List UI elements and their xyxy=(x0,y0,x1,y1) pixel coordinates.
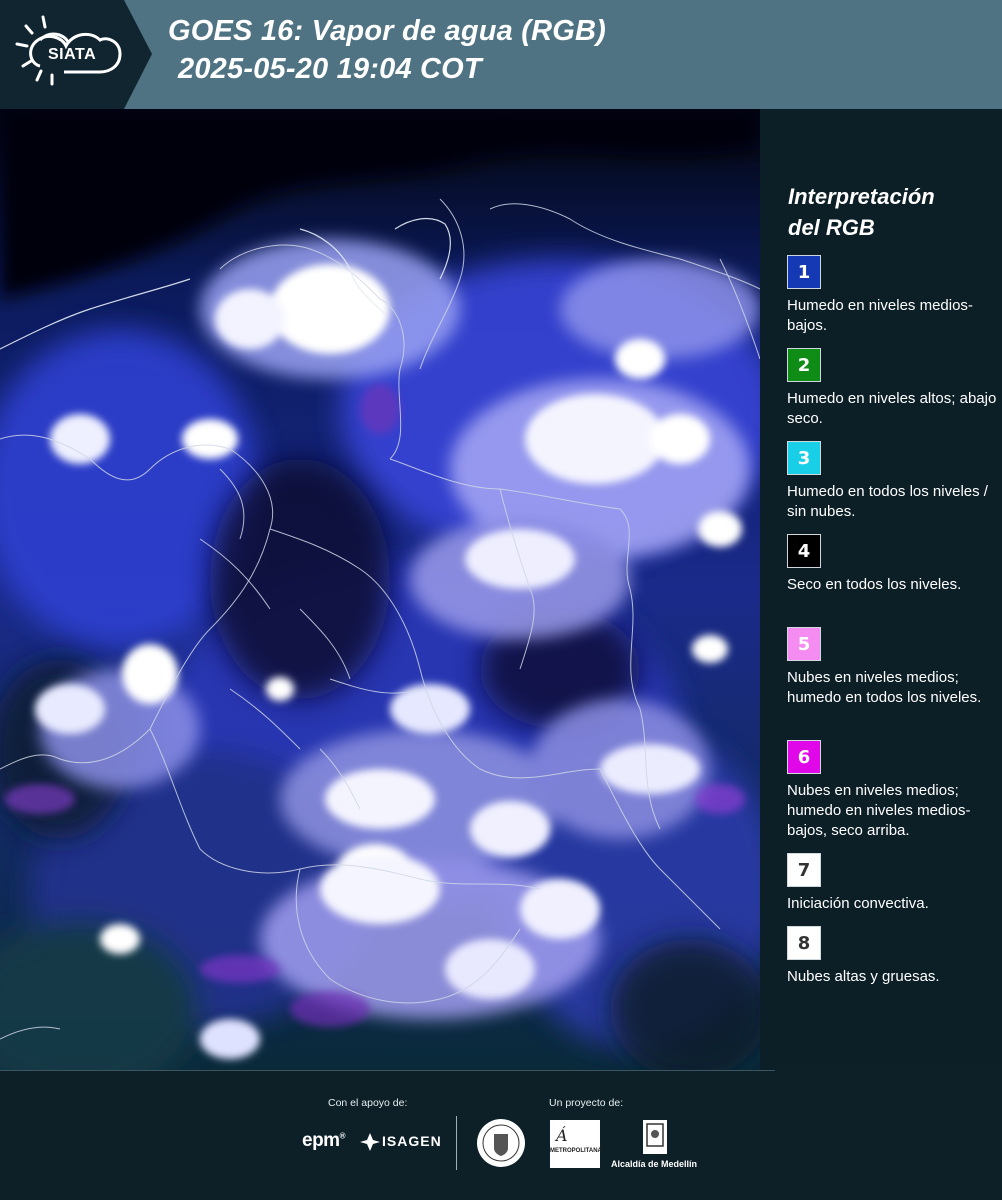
page-title: GOES 16: Vapor de agua (RGB) 2025-05-20 … xyxy=(168,12,606,88)
legend-item-6: 6 Nubes en niveles medios; humedo en nive… xyxy=(787,740,999,841)
area-metropolitana-text: METROPOLITANA xyxy=(550,1148,602,1154)
legend-title: Interpretación del RGB xyxy=(788,181,935,243)
title-line-2: 2025-05-20 19:04 COT xyxy=(178,53,482,85)
epm-logo: epm® xyxy=(302,1130,346,1151)
footer-divider-line xyxy=(0,1070,775,1071)
legend-swatch: 7 xyxy=(787,853,821,887)
legend-swatch: 6 xyxy=(787,740,821,774)
legend-text: Humedo en niveles medios-bajos. xyxy=(787,297,973,334)
isagen-icon xyxy=(360,1133,380,1151)
legend-text: Humedo en todos los niveles / sin nubes. xyxy=(787,483,988,520)
legend-item-4: 4 Seco en todos los niveles. xyxy=(787,534,999,595)
legend-swatch: 5 xyxy=(787,627,821,661)
legend-title-line-2: del RGB xyxy=(788,215,875,240)
siata-logo: SIATA xyxy=(0,0,152,109)
legend-swatch: 8 xyxy=(787,926,821,960)
isagen-logo: ISAGEN xyxy=(382,1133,442,1149)
legend-item-7: 7 Iniciación convectiva. xyxy=(787,853,999,914)
legend-item-2: 2 Humedo en niveles altos; abajo seco. xyxy=(787,348,999,429)
support-label: Con el apoyo de: xyxy=(328,1097,408,1109)
legend-item-3: 3 Humedo en todos los niveles / sin nubes… xyxy=(787,441,999,522)
legend-item-8: 8 Nubes altas y gruesas. xyxy=(787,926,999,987)
antioquia-seal-icon xyxy=(477,1119,525,1167)
satellite-image xyxy=(0,109,760,1070)
legend-text: Nubes en niveles medios; humedo en todos… xyxy=(787,669,982,706)
legend-swatch: 2 xyxy=(787,348,821,382)
legend-text: Iniciación convectiva. xyxy=(787,895,929,912)
area-metropolitana-logo: Á METROPOLITANA xyxy=(550,1120,602,1168)
project-label: Un proyecto de: xyxy=(549,1097,624,1109)
alcaldia-text: Alcaldía de Medellín xyxy=(611,1159,698,1169)
header-bar: SIATA GOES 16: Vapor de agua (RGB) 2025-… xyxy=(0,0,1002,109)
legend-text: Humedo en niveles altos; abajo seco. xyxy=(787,390,997,427)
legend-title-line-1: Interpretación xyxy=(788,184,935,209)
legend-swatch: 3 xyxy=(787,441,821,475)
epm-logo-text: epm xyxy=(302,1130,340,1151)
legend-panel: Interpretación del RGB 1 Humedo en nivele… xyxy=(760,109,1002,1070)
legend-item-5: 5 Nubes en niveles medios; humedo en todo… xyxy=(787,627,999,708)
logo-text: SIATA xyxy=(48,46,97,63)
legend-text: Nubes altas y gruesas. xyxy=(787,968,940,985)
legend-text: Nubes en niveles medios; humedo en nivel… xyxy=(787,782,971,839)
satellite-map xyxy=(0,109,760,1070)
footer-vertical-divider xyxy=(456,1116,457,1170)
legend-swatch: 1 xyxy=(787,255,821,289)
legend-text: Seco en todos los niveles. xyxy=(787,576,962,593)
legend-swatch: 4 xyxy=(787,534,821,568)
footer: Con el apoyo de: Un proyecto de: epm® IS… xyxy=(0,1070,1002,1200)
alcaldia-shield-icon xyxy=(643,1120,667,1154)
legend-item-1: 1 Humedo en niveles medios-bajos. xyxy=(787,255,999,336)
title-line-1: GOES 16: Vapor de agua (RGB) xyxy=(168,15,606,47)
